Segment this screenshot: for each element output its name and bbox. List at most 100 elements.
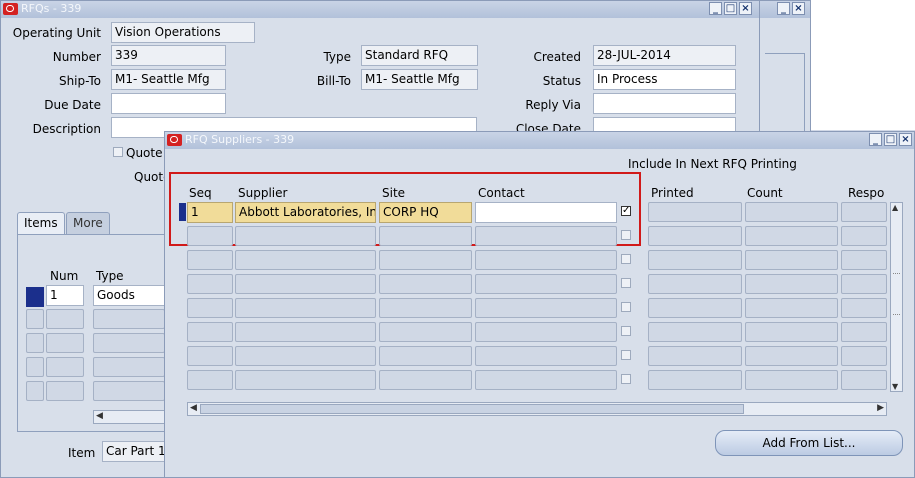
header-printed: Printed [651,186,694,200]
supplier-cell[interactable] [235,226,376,246]
horizontal-scrollbar[interactable]: ◀ ▶ [187,402,887,416]
scroll-right-icon[interactable]: ▶ [877,403,884,413]
response-cell [841,298,887,318]
site-cell[interactable] [379,298,472,318]
contact-cell[interactable] [475,250,617,270]
seq-cell[interactable] [187,250,233,270]
operating-unit-field[interactable]: Vision Operations [111,22,255,43]
line-type-cell[interactable] [93,333,165,353]
count-cell [745,202,838,222]
maximize-icon[interactable]: □ [724,2,737,15]
maximize-icon[interactable]: □ [884,133,897,146]
printed-cell [648,202,742,222]
item-label: Item [68,446,96,460]
line-type-cell[interactable] [93,309,165,329]
line-indicator-cell[interactable] [26,381,44,401]
response-cell [841,250,887,270]
include-checkbox[interactable] [621,374,631,384]
include-checkbox[interactable] [621,254,631,264]
site-cell[interactable] [379,346,472,366]
due-date-field[interactable] [111,93,226,114]
supplier-cell[interactable] [235,370,376,390]
line-type-field[interactable]: Goods [93,285,165,306]
site-cell[interactable] [379,370,472,390]
include-checkbox[interactable] [621,278,631,288]
printed-cell [648,346,742,366]
printed-cell [648,226,742,246]
seq-cell[interactable] [187,370,233,390]
seq-cell[interactable] [187,346,233,366]
item-field[interactable]: Car Part 1 [102,441,166,462]
line-num-field[interactable]: 1 [46,285,84,306]
minimize-icon[interactable]: _ [869,133,882,146]
empty-row [179,226,889,246]
ship-to-label: Ship-To [58,74,101,88]
include-checkbox[interactable] [621,326,631,336]
response-cell [841,346,887,366]
close-icon[interactable]: × [899,133,912,146]
site-cell[interactable] [379,274,472,294]
scroll-left-icon[interactable]: ◀ [190,403,197,413]
line-current-indicator [26,287,44,307]
line-indicator-cell[interactable] [26,309,44,329]
vertical-scrollbar[interactable]: ▲ ▼ [890,202,903,392]
status-field[interactable]: In Process [593,69,736,90]
scroll-grip[interactable] [893,273,900,315]
minimize-icon[interactable]: _ [709,2,722,15]
seq-cell[interactable] [187,298,233,318]
line-num-cell[interactable] [46,309,84,329]
count-cell [745,274,838,294]
tab-items[interactable]: Items [17,212,65,234]
add-from-list-button[interactable]: Add From List... [715,430,903,456]
lines-header-type: Type [96,269,124,283]
created-field[interactable]: 28-JUL-2014 [593,45,736,66]
reply-via-field[interactable] [593,93,736,114]
seq-cell[interactable] [187,226,233,246]
number-field[interactable]: 339 [111,45,226,66]
site-cell[interactable] [379,250,472,270]
include-checkbox[interactable] [621,350,631,360]
close-icon[interactable]: × [739,2,752,15]
contact-cell[interactable] [475,322,617,342]
ship-to-field[interactable]: M1- Seattle Mfg [111,69,226,90]
line-type-cell[interactable] [93,357,165,377]
seq-cell[interactable] [187,322,233,342]
contact-cell[interactable] [475,370,617,390]
bill-to-field[interactable]: M1- Seattle Mfg [361,69,478,90]
include-next-printing-header: Include In Next RFQ Printing [628,157,797,171]
supplier-cell[interactable] [235,250,376,270]
close-icon[interactable]: × [792,2,805,15]
line-indicator-cell[interactable] [26,333,44,353]
type-field[interactable]: Standard RFQ [361,45,478,66]
lines-horizontal-scrollbar[interactable]: ◀ [93,410,165,424]
rfq-suppliers-window: RFQ Suppliers - 339 _ □ × Include In Nex… [164,131,915,478]
tab-more[interactable]: More [66,212,110,234]
supplier-cell[interactable] [235,298,376,318]
line-num-cell[interactable] [46,381,84,401]
include-checkbox[interactable] [621,302,631,312]
scroll-down-icon[interactable]: ▼ [892,382,898,391]
line-num-cell[interactable] [46,333,84,353]
site-cell[interactable] [379,226,472,246]
line-indicator-cell[interactable] [26,357,44,377]
site-cell[interactable] [379,322,472,342]
minimize-icon[interactable]: _ [777,2,790,15]
horizontal-scroll-thumb[interactable] [200,404,744,414]
supplier-cell[interactable] [235,274,376,294]
include-checkbox[interactable] [621,230,631,240]
line-num-cell[interactable] [46,357,84,377]
line-type-cell[interactable] [93,381,165,401]
quote-checkbox[interactable] [113,147,123,157]
contact-cell[interactable] [475,226,617,246]
contact-cell[interactable] [475,298,617,318]
count-cell [745,346,838,366]
contact-cell[interactable] [475,274,617,294]
scroll-left-icon[interactable]: ◀ [96,411,103,421]
supplier-cell[interactable] [235,322,376,342]
scroll-up-icon[interactable]: ▲ [892,203,898,212]
supplier-cell[interactable] [235,346,376,366]
seq-cell[interactable] [187,274,233,294]
printed-cell [648,370,742,390]
lines-header-num: Num [50,269,79,283]
contact-cell[interactable] [475,346,617,366]
